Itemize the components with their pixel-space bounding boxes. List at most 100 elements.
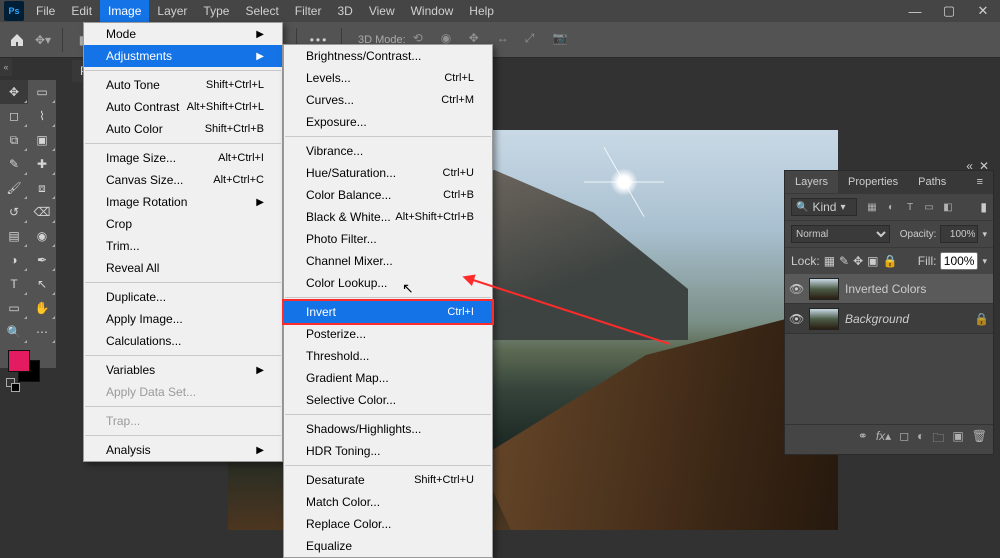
panel-tab-properties[interactable]: Properties	[838, 171, 908, 193]
panel-tab-paths[interactable]: Paths	[908, 171, 956, 193]
layer-thumbnail[interactable]	[809, 308, 839, 330]
menu-item-auto-contrast[interactable]: Auto ContrastAlt+Shift+Ctrl+L	[84, 96, 282, 118]
menu-item-image-rotation[interactable]: Image Rotation▶	[84, 191, 282, 213]
filter-shape-icon[interactable]: ▭	[922, 200, 936, 214]
menu-item-selective-color[interactable]: Selective Color...	[284, 389, 492, 411]
trash-icon[interactable]: 🗑	[972, 429, 987, 450]
lock-pixels-icon[interactable]: ▦	[824, 254, 835, 268]
menu-item-invert[interactable]: InvertCtrl+I	[284, 301, 492, 323]
group-icon[interactable]: 🗀	[932, 429, 944, 450]
menu-item-adjustments[interactable]: Adjustments▶	[84, 45, 282, 67]
menu-item-channel-mixer[interactable]: Channel Mixer...	[284, 250, 492, 272]
menu-item-shadows-highlights[interactable]: Shadows/Highlights...	[284, 418, 492, 440]
crop-tool[interactable]: ⧉	[0, 128, 28, 152]
menu-3d[interactable]: 3D	[329, 0, 360, 22]
eraser-tool[interactable]: ⌫	[28, 200, 56, 224]
maximize-button[interactable]: ▢	[932, 0, 966, 22]
menu-type[interactable]: Type	[195, 0, 237, 22]
menu-filter[interactable]: Filter	[287, 0, 330, 22]
mask-icon[interactable]: ◻	[899, 429, 909, 450]
menu-item-color-lookup[interactable]: Color Lookup...	[284, 272, 492, 294]
menu-file[interactable]: File	[28, 0, 63, 22]
filter-adjust-icon[interactable]: ◐	[884, 200, 898, 214]
eyedropper-tool[interactable]: ✎	[0, 152, 28, 176]
layer-row[interactable]: 👁Inverted Colors	[785, 274, 993, 304]
menu-item-calculations[interactable]: Calculations...	[84, 330, 282, 352]
menu-edit[interactable]: Edit	[63, 0, 100, 22]
healing-tool[interactable]: ✚	[28, 152, 56, 176]
panel-collapse-icon[interactable]: «	[966, 159, 973, 173]
hand-tool[interactable]: ✋	[28, 296, 56, 320]
menu-item-levels[interactable]: Levels...Ctrl+L	[284, 67, 492, 89]
menu-item-photo-filter[interactable]: Photo Filter...	[284, 228, 492, 250]
filter-type-icon[interactable]: T	[903, 200, 917, 214]
menu-item-curves[interactable]: Curves...Ctrl+M	[284, 89, 492, 111]
lock-position-icon[interactable]: ✎	[839, 254, 849, 268]
menu-item-black-white[interactable]: Black & White...Alt+Shift+Ctrl+B	[284, 206, 492, 228]
gradient-tool[interactable]: ▤	[0, 224, 28, 248]
fx-icon[interactable]: fx▴	[876, 429, 891, 450]
zoom3d-icon[interactable]: ⤢	[525, 31, 543, 49]
menu-item-threshold[interactable]: Threshold...	[284, 345, 492, 367]
close-button[interactable]: ✕	[966, 0, 1000, 22]
edit-toolbar[interactable]: ⋯	[28, 320, 56, 344]
color-swatches[interactable]	[0, 348, 56, 388]
menu-item-image-size[interactable]: Image Size...Alt+Ctrl+I	[84, 147, 282, 169]
fill-chevron-icon[interactable]: ▾	[982, 256, 987, 267]
menu-item-posterize[interactable]: Posterize...	[284, 323, 492, 345]
menu-layer[interactable]: Layer	[149, 0, 195, 22]
visibility-icon[interactable]: 👁	[789, 282, 803, 296]
menu-item-reveal-all[interactable]: Reveal All	[84, 257, 282, 279]
menu-item-match-color[interactable]: Match Color...	[284, 491, 492, 513]
menu-item-canvas-size[interactable]: Canvas Size...Alt+Ctrl+C	[84, 169, 282, 191]
brush-tool[interactable]: 🖌	[0, 176, 28, 200]
menu-item-mode[interactable]: Mode▶	[84, 23, 282, 45]
tool-preset-icon[interactable]: ✥▾	[32, 29, 54, 51]
type-tool[interactable]: T	[0, 272, 28, 296]
menu-item-equalize[interactable]: Equalize	[284, 535, 492, 557]
blend-mode-select[interactable]: Normal	[791, 225, 890, 243]
move-tool[interactable]: ✥	[0, 80, 28, 104]
home-button[interactable]	[6, 29, 28, 51]
slide-icon[interactable]: ↔	[497, 31, 515, 49]
menu-item-analysis[interactable]: Analysis▶	[84, 439, 282, 461]
menu-help[interactable]: Help	[461, 0, 502, 22]
new-icon[interactable]: ▣	[952, 429, 963, 450]
collapse-gutter[interactable]: «	[0, 58, 12, 76]
lasso-tool[interactable]: ⌇	[28, 104, 56, 128]
menu-item-auto-tone[interactable]: Auto ToneShift+Ctrl+L	[84, 74, 282, 96]
camera-icon[interactable]: 📷	[553, 31, 571, 49]
lock-move-icon[interactable]: ✥	[853, 254, 863, 268]
blur-tool[interactable]: ◉	[28, 224, 56, 248]
opacity-input[interactable]	[940, 225, 978, 243]
shape-tool[interactable]: ▭	[0, 296, 28, 320]
opacity-chevron-icon[interactable]: ▾	[982, 229, 987, 240]
frame-tool[interactable]: ▣	[28, 128, 56, 152]
adjustment-icon[interactable]: ◐	[917, 429, 924, 450]
menu-item-color-balance[interactable]: Color Balance...Ctrl+B	[284, 184, 492, 206]
marquee-tool[interactable]: ◻	[0, 104, 28, 128]
menu-item-hue-saturation[interactable]: Hue/Saturation...Ctrl+U	[284, 162, 492, 184]
lock-artboard-icon[interactable]: ▣	[867, 254, 878, 268]
menu-item-exposure[interactable]: Exposure...	[284, 111, 492, 133]
fill-input[interactable]	[940, 252, 978, 270]
filter-toggle-icon[interactable]: ▮	[980, 200, 987, 214]
visibility-icon[interactable]: 👁	[789, 312, 803, 326]
menu-item-trim[interactable]: Trim...	[84, 235, 282, 257]
menu-item-apply-image[interactable]: Apply Image...	[84, 308, 282, 330]
filter-kind-dropdown[interactable]: 🔍Kind ▾	[791, 198, 857, 216]
menu-window[interactable]: Window	[403, 0, 462, 22]
clone-tool[interactable]: ⧈	[28, 176, 56, 200]
menu-item-hdr-toning[interactable]: HDR Toning...	[284, 440, 492, 462]
menu-select[interactable]: Select	[237, 0, 286, 22]
panel-close-icon[interactable]: ✕	[979, 159, 989, 173]
menu-item-vibrance[interactable]: Vibrance...	[284, 140, 492, 162]
history-brush[interactable]: ↺	[0, 200, 28, 224]
dodge-tool[interactable]: ◑	[0, 248, 28, 272]
path-tool[interactable]: ↖	[28, 272, 56, 296]
menu-item-auto-color[interactable]: Auto ColorShift+Ctrl+B	[84, 118, 282, 140]
filter-pixel-icon[interactable]: ▦	[865, 200, 879, 214]
artboard-tool[interactable]: ▭	[28, 80, 56, 104]
panel-menu-icon[interactable]: ≡	[967, 171, 993, 193]
lock-all-icon[interactable]: 🔒	[883, 254, 898, 268]
